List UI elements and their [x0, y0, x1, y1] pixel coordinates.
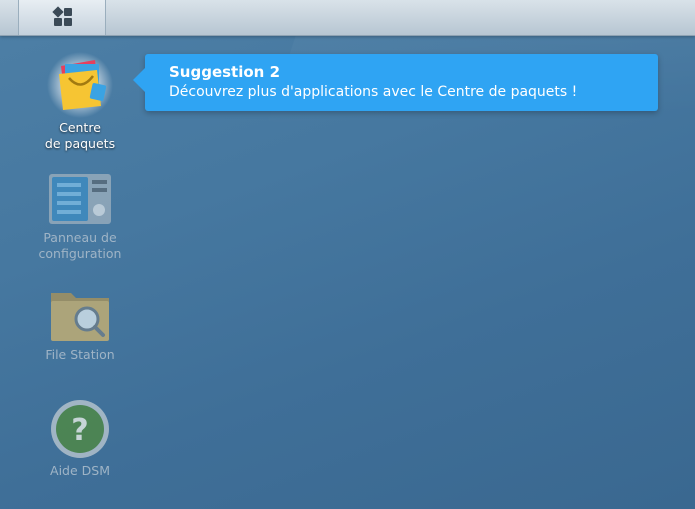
icon-label: configuration [38, 246, 122, 261]
tooltip-title: Suggestion 2 [169, 63, 281, 81]
file-station-icon [51, 293, 109, 341]
main-menu-button[interactable] [18, 0, 106, 35]
icon-label: File Station [45, 347, 115, 362]
svg-text:?: ? [71, 413, 88, 448]
tooltip-text: Découvrez plus d'applications avec le Ce… [169, 84, 578, 100]
control-panel-icon [49, 174, 111, 224]
desktop: Centre de paquets Panneau de configurati… [0, 0, 695, 509]
desktop-icon-package-center[interactable]: Centre de paquets [25, 52, 135, 152]
icon-label: Aide DSM [50, 463, 110, 478]
suggestion-tooltip: Suggestion 2 Découvrez plus d'applicatio… [133, 54, 658, 111]
icon-label: Centre [59, 120, 101, 135]
desktop-icon-control-panel[interactable]: Panneau de configuration [25, 170, 135, 262]
package-center-icon [47, 52, 113, 118]
icon-label: Panneau de [43, 230, 117, 245]
desktop-icon-help[interactable]: ? Aide DSM [25, 397, 135, 479]
icon-label: de paquets [44, 136, 116, 151]
grid-icon [52, 6, 72, 26]
help-icon: ? [51, 400, 109, 458]
desktop-icon-file-station[interactable]: File Station [25, 287, 135, 363]
taskbar [0, 0, 695, 36]
